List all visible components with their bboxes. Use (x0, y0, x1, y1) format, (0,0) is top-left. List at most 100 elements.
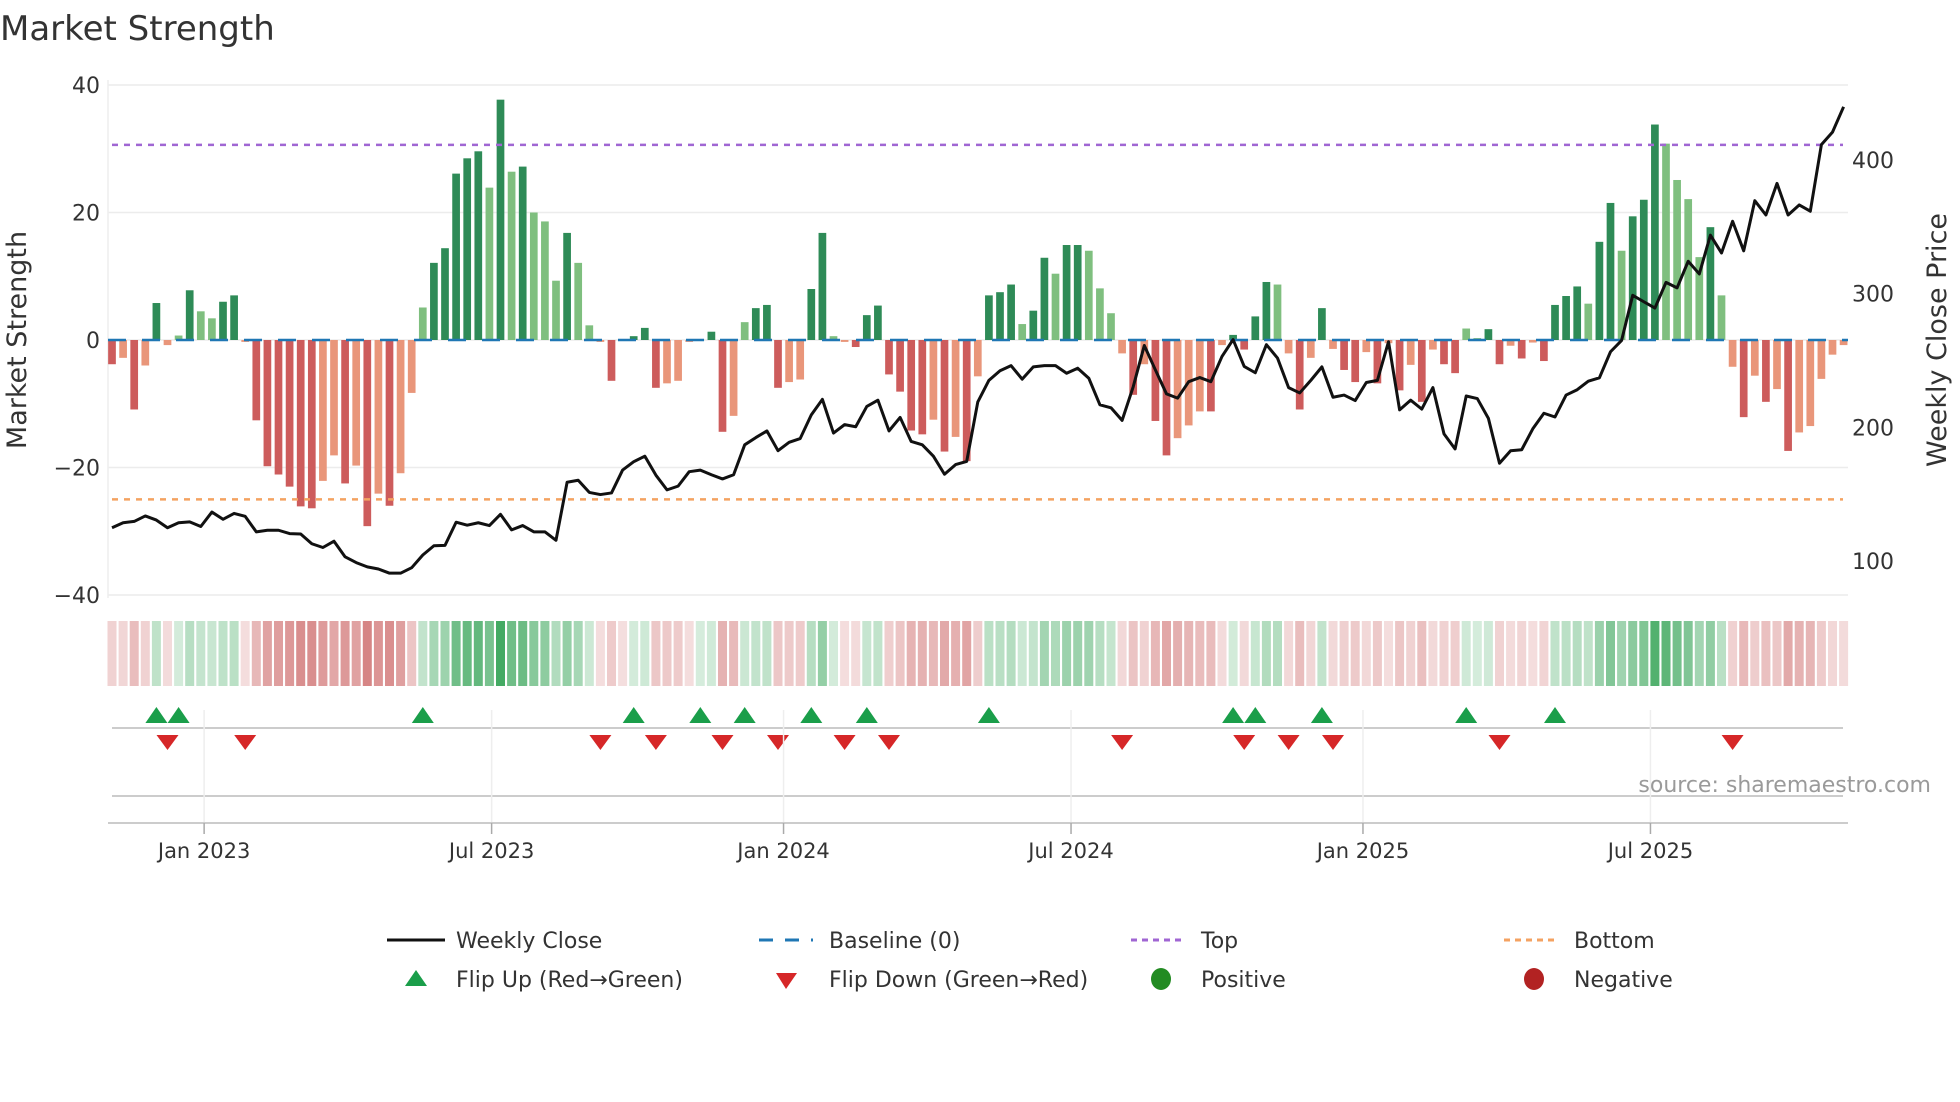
flip-down-marker (1322, 735, 1344, 750)
strength-bar (1351, 340, 1360, 383)
heat-cell (973, 621, 983, 686)
flip-down-marker (156, 735, 179, 750)
flip-up-marker (800, 707, 823, 723)
heat-cell (1717, 621, 1726, 686)
heat-cell (207, 621, 217, 686)
heat-cell (884, 621, 894, 686)
flip-up-marker (1222, 707, 1245, 723)
heat-cell (962, 621, 972, 686)
strength-bar (818, 232, 827, 340)
legend-baseline: Baseline (0) (829, 929, 960, 954)
legend-negative: Negative (1574, 968, 1673, 993)
heat-cell (462, 621, 472, 686)
flip-down-marker (878, 735, 900, 750)
heat-cell (1417, 621, 1427, 686)
heat-cell (551, 621, 561, 686)
strength-bar (1562, 296, 1570, 340)
strength-bar (1540, 340, 1548, 362)
strength-bar (862, 315, 871, 340)
heat-cell (1339, 621, 1349, 686)
strength-bar (1062, 245, 1071, 340)
strength-bar (1040, 257, 1049, 340)
strength-bar (285, 340, 294, 487)
heat-cell (351, 621, 361, 686)
heat-cell (1450, 621, 1460, 686)
y2-tick-label: 200 (1852, 416, 1894, 441)
heat-cell (1650, 621, 1660, 686)
heat-cell (129, 621, 139, 686)
strength-bar (1273, 284, 1282, 340)
heat-cell (618, 621, 628, 686)
heat-cell (1583, 621, 1593, 686)
strength-bar (1728, 340, 1737, 367)
strength-bar (1462, 328, 1471, 340)
heat-cell (1406, 621, 1416, 686)
heat-cell (163, 621, 172, 686)
strength-bar (1828, 340, 1837, 355)
heat-cell (1384, 621, 1393, 686)
strength-bar (230, 295, 238, 340)
legend: Weekly Close Baseline (0) Top Bottom Fli… (387, 929, 1673, 993)
heat-cell (1350, 621, 1360, 686)
legend-top: Top (1200, 929, 1238, 954)
heat-cell (518, 621, 528, 686)
strength-bar (1284, 340, 1293, 354)
y-tick-label: 0 (86, 329, 100, 354)
strength-bar (108, 340, 116, 365)
heat-cell (895, 621, 905, 686)
strength-bar (929, 340, 938, 420)
heat-cell (651, 621, 661, 686)
heat-cell (662, 621, 672, 686)
flip-down-marker (589, 735, 612, 750)
heat-strip (107, 621, 1849, 686)
strength-bar (1195, 340, 1204, 412)
strength-bar (1295, 340, 1304, 410)
heat-cell (318, 621, 328, 686)
heat-cell (529, 621, 539, 686)
strength-bar (985, 295, 993, 340)
flip-down-marker (1721, 735, 1744, 750)
heat-cell (673, 621, 683, 686)
strength-bar (1429, 340, 1437, 350)
heat-cell (1006, 621, 1016, 686)
x-tick-label: Jul 2023 (447, 839, 534, 863)
heat-cell (1039, 621, 1049, 686)
strength-bar (208, 318, 216, 340)
heat-cell (1694, 621, 1704, 686)
heat-cell (829, 621, 838, 686)
flip-down-marker (767, 735, 789, 750)
x-tick-label: Jul 2025 (1606, 839, 1693, 863)
heat-cell (296, 621, 306, 686)
strength-bar (1262, 281, 1271, 340)
flip-up-marker (167, 707, 190, 723)
flip-up-marker (733, 707, 756, 723)
strength-bar (441, 248, 449, 340)
heat-cell (1117, 621, 1127, 686)
strength-bar (1107, 313, 1115, 340)
y-tick-label: −40 (54, 584, 100, 609)
heat-cell (1062, 621, 1072, 686)
x-tick-label: Jan 2023 (156, 839, 251, 863)
y2-tick-label: 400 (1852, 149, 1894, 174)
flip-up-marker (1244, 707, 1267, 723)
flip-down-marker (1111, 735, 1134, 750)
heat-cell (1472, 621, 1482, 686)
heat-cell (140, 621, 150, 686)
heat-cell (695, 621, 705, 686)
heat-cell (773, 621, 783, 686)
heat-cell (840, 621, 850, 686)
strength-bar (785, 340, 793, 383)
heat-cell (1439, 621, 1449, 686)
heat-cell (285, 621, 295, 686)
heat-cell (718, 621, 727, 686)
strength-bar (1218, 340, 1226, 346)
strength-bar (1573, 286, 1582, 340)
heat-cell (595, 621, 605, 686)
strength-bar (374, 340, 383, 494)
heat-cell (1228, 621, 1238, 686)
strength-bar (1329, 340, 1337, 349)
strength-bar (1595, 241, 1604, 340)
strength-bar (352, 340, 361, 466)
strength-bar (1762, 340, 1770, 402)
heat-cell (817, 621, 827, 686)
